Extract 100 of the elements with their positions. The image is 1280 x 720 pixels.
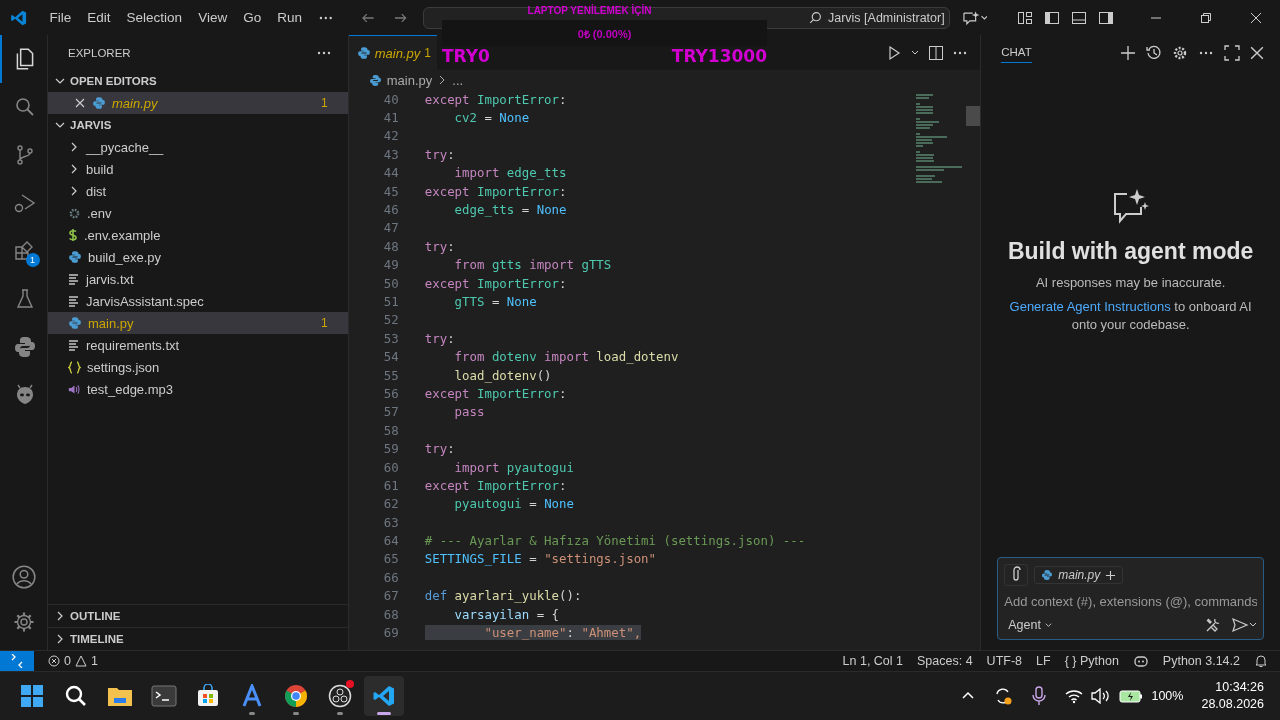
sync-icon[interactable] xyxy=(993,686,1014,706)
tools-icon[interactable] xyxy=(1205,617,1221,633)
code-line: # --- Ayarlar & Hafıza Yönetimi (settings.json) --- xyxy=(424,533,806,549)
plus-icon[interactable] xyxy=(1105,569,1117,581)
layout-icon[interactable] xyxy=(1017,9,1033,26)
line-number: 56 xyxy=(382,385,399,401)
status-item[interactable]: Spaces: 4 xyxy=(917,654,973,668)
sparkle-chat-icon[interactable] xyxy=(961,9,987,26)
a-shaped-app-icon xyxy=(241,684,263,708)
problem-count: 1 xyxy=(424,46,431,60)
chat-heading: Build with agent mode xyxy=(1007,238,1254,265)
settings-icon[interactable] xyxy=(1172,44,1188,61)
send-icon[interactable] xyxy=(1231,617,1257,633)
status-item[interactable]: Ln 1, Col 1 xyxy=(842,654,903,668)
menu-item[interactable]: Selection xyxy=(118,10,191,25)
paperclip-icon[interactable] xyxy=(1004,564,1029,586)
close-icon[interactable] xyxy=(74,97,86,109)
code-line: edge_tts = None xyxy=(453,202,567,218)
speaker-icon[interactable] xyxy=(1091,688,1112,704)
explorer-tree-entry[interactable]: settings.json xyxy=(48,356,348,378)
time-text: 10:34:26 xyxy=(1215,679,1264,696)
problems-status[interactable]: 0 1 xyxy=(48,654,98,668)
text-file-icon xyxy=(68,295,80,307)
toggle-sidebar-icon[interactable] xyxy=(1044,9,1060,26)
close-icon[interactable] xyxy=(1250,45,1264,60)
taskbar-app[interactable] xyxy=(364,676,404,716)
split-editor-icon[interactable] xyxy=(928,44,945,61)
sidebar-title: EXPLORER xyxy=(68,46,131,59)
line-number: 57 xyxy=(382,404,399,420)
menu-item[interactable]: File xyxy=(41,10,80,25)
explorer-tree-entry[interactable]: build_exe.py xyxy=(48,246,348,268)
status-item[interactable]: LF xyxy=(1036,654,1051,668)
explorer-tree-entry[interactable]: .env xyxy=(48,202,348,224)
code-line: gTTS = None xyxy=(453,294,537,309)
explorer-tree-entry[interactable]: __pycache__ xyxy=(48,136,348,158)
toggle-secondary-sidebar-icon[interactable] xyxy=(1098,9,1114,26)
battery-charging-icon[interactable] xyxy=(1119,688,1144,704)
chevron-down-icon xyxy=(1043,620,1053,630)
account-icon[interactable] xyxy=(10,564,37,590)
bell-icon[interactable] xyxy=(1254,654,1268,668)
line-number: 40 xyxy=(382,91,399,107)
menu-item[interactable]: Run xyxy=(269,10,310,25)
microphone-icon[interactable] xyxy=(1031,686,1048,706)
maximize-icon[interactable] xyxy=(1224,44,1240,61)
explorer-tree-entry[interactable]: main.py 1 xyxy=(48,312,348,334)
toggle-panel-icon[interactable] xyxy=(1071,9,1087,26)
breadcrumb-item[interactable]: ... xyxy=(452,72,464,88)
plus-icon[interactable] xyxy=(1120,44,1136,61)
python-file-icon xyxy=(68,250,82,264)
explorer-tree-entry[interactable]: dist xyxy=(48,180,348,202)
text-file-icon xyxy=(68,273,80,285)
windows-start-icon xyxy=(20,684,44,708)
section-header[interactable]: OUTLINE xyxy=(48,604,348,627)
section-header[interactable]: JARVIS xyxy=(48,114,348,136)
generate-instructions-link[interactable]: Generate Agent Instructions xyxy=(1009,299,1171,314)
code-line: load_dotenv() xyxy=(453,367,552,383)
breadcrumb-item[interactable]: main.py xyxy=(386,72,433,88)
window-title: Jarvis [Administrator] xyxy=(827,10,945,25)
activity-item[interactable]: 1 xyxy=(0,227,48,275)
history-icon[interactable] xyxy=(1146,44,1162,61)
line-number: 46 xyxy=(382,202,399,218)
restore-icon[interactable] xyxy=(1200,11,1212,24)
clock[interactable]: 10:34:26 28.08.2026 xyxy=(1201,679,1264,713)
python-file-icon xyxy=(1041,569,1054,581)
remote-icon xyxy=(10,654,24,668)
onboard-text: Generate Agent Instructions to onboard AI onto your codebase. xyxy=(1008,298,1253,334)
python-interpreter[interactable]: Python 3.14.2 xyxy=(1162,654,1240,668)
line-number: 49 xyxy=(382,257,399,273)
explorer-tree-entry[interactable]: .env.example xyxy=(48,224,348,246)
menu-item[interactable]: Go xyxy=(235,10,270,25)
status-item[interactable]: UTF-8 xyxy=(986,654,1023,668)
code-line: import pyautogui xyxy=(453,459,574,475)
line-number: 47 xyxy=(382,220,399,236)
chat-tab[interactable]: CHAT xyxy=(1001,42,1032,63)
explorer-tree-entry[interactable]: build xyxy=(48,158,348,180)
explorer-tree-entry[interactable]: JarvisAssistant.spec xyxy=(48,290,348,312)
status-item[interactable]: { } Python xyxy=(1064,654,1119,668)
code-line: from dotenv import load_dotenv xyxy=(453,349,679,365)
close-icon[interactable] xyxy=(1250,11,1262,24)
explorer-tree-entry[interactable]: jarvis.txt xyxy=(48,268,348,290)
date-text: 28.08.2026 xyxy=(1201,696,1264,713)
line-number: 65 xyxy=(382,551,399,567)
wifi-icon[interactable] xyxy=(1065,688,1084,704)
context-chip[interactable]: main.py xyxy=(1034,566,1124,584)
explorer-tree-entry[interactable]: test_edge.mp3 xyxy=(48,378,348,400)
chat-input[interactable]: main.py Add context (#), extensions (@), commands Agent xyxy=(997,557,1264,640)
line-number: 69 xyxy=(382,625,399,640)
code-line: except ImportError: xyxy=(424,183,567,199)
line-number: 63 xyxy=(382,514,399,530)
search-icon xyxy=(808,11,822,24)
line-number: 68 xyxy=(382,606,399,622)
menu-item[interactable]: View xyxy=(190,10,236,25)
explorer-tree-entry[interactable]: requirements.txt xyxy=(48,334,348,356)
open-editor-entry[interactable]: main.py 1 xyxy=(48,92,348,114)
mode-dropdown[interactable]: Agent xyxy=(1004,618,1053,632)
section-header[interactable]: OPEN EDITORS xyxy=(48,70,348,92)
editor-tab[interactable]: main.py 1 xyxy=(348,35,437,70)
notification-badge: 1 xyxy=(25,253,40,267)
menu-item[interactable]: Edit xyxy=(79,10,119,25)
line-number: 64 xyxy=(382,533,399,549)
